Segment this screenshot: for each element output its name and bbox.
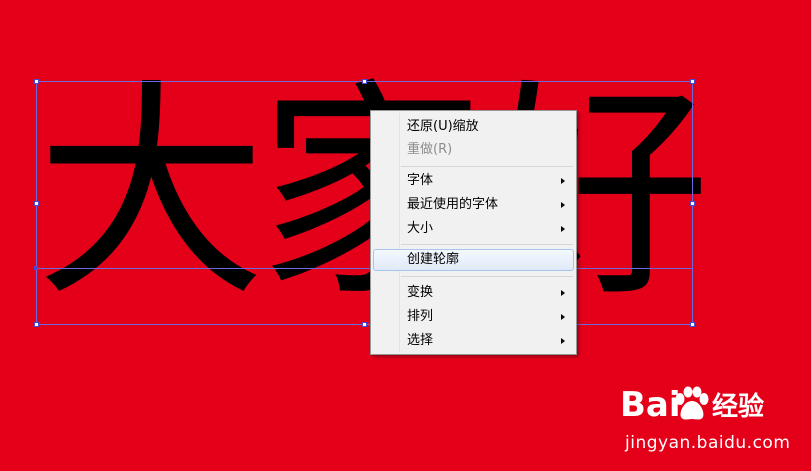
baseline-anchor[interactable] (34, 266, 38, 270)
artboard[interactable]: 大家好 还原(U)缩放 重做(R) 字体 最近使用的字体 大小 创建轮廓 变换 … (0, 0, 811, 471)
handle-top-center[interactable] (362, 79, 367, 84)
menu-item-undo-zoom[interactable]: 还原(U)缩放 (373, 116, 574, 138)
submenu-arrow-icon (561, 314, 565, 320)
menu-separator (401, 244, 573, 245)
menu-item-select[interactable]: 选择 (373, 330, 574, 352)
submenu-arrow-icon (561, 226, 565, 232)
menu-item-label: 创建轮廓 (407, 252, 460, 267)
handle-middle-right[interactable] (690, 201, 695, 206)
menu-item-label: 变换 (407, 285, 434, 300)
text-baseline (36, 268, 693, 269)
menu-item-recent-fonts[interactable]: 最近使用的字体 (373, 194, 574, 216)
menu-item-label: 最近使用的字体 (407, 197, 499, 212)
menu-item-label: 重做(R) (407, 142, 453, 157)
handle-bottom-left[interactable] (34, 322, 39, 327)
menu-item-label: 排列 (407, 309, 434, 324)
menu-item-size[interactable]: 大小 (373, 218, 574, 240)
paw-icon (675, 386, 709, 420)
handle-top-right[interactable] (690, 79, 695, 84)
menu-separator (401, 276, 573, 277)
menu-item-arrange[interactable]: 排列 (373, 306, 574, 328)
submenu-arrow-icon (561, 202, 565, 208)
menu-item-transform[interactable]: 变换 (373, 282, 574, 304)
menu-item-label: 大小 (407, 221, 434, 236)
menu-item-font[interactable]: 字体 (373, 170, 574, 192)
menu-item-label: 字体 (407, 173, 434, 188)
menu-item-redo[interactable]: 重做(R) (373, 139, 574, 161)
submenu-arrow-icon (561, 178, 565, 184)
context-menu: 还原(U)缩放 重做(R) 字体 最近使用的字体 大小 创建轮廓 变换 排列 选… (370, 110, 577, 355)
selection-bounding-box (36, 81, 693, 325)
submenu-arrow-icon (561, 338, 565, 344)
menu-item-create-outlines[interactable]: 创建轮廓 (373, 249, 574, 271)
watermark-url: jingyan.baidu.com (625, 433, 791, 453)
menu-item-label: 还原(U)缩放 (407, 119, 479, 134)
menu-separator (401, 166, 573, 167)
handle-bottom-center[interactable] (362, 322, 367, 327)
handle-bottom-right[interactable] (690, 322, 695, 327)
handle-top-left[interactable] (34, 79, 39, 84)
handle-middle-left[interactable] (34, 201, 39, 206)
submenu-arrow-icon (561, 290, 565, 296)
watermark-brand: 经验 (712, 392, 765, 422)
menu-item-label: 选择 (407, 333, 434, 348)
